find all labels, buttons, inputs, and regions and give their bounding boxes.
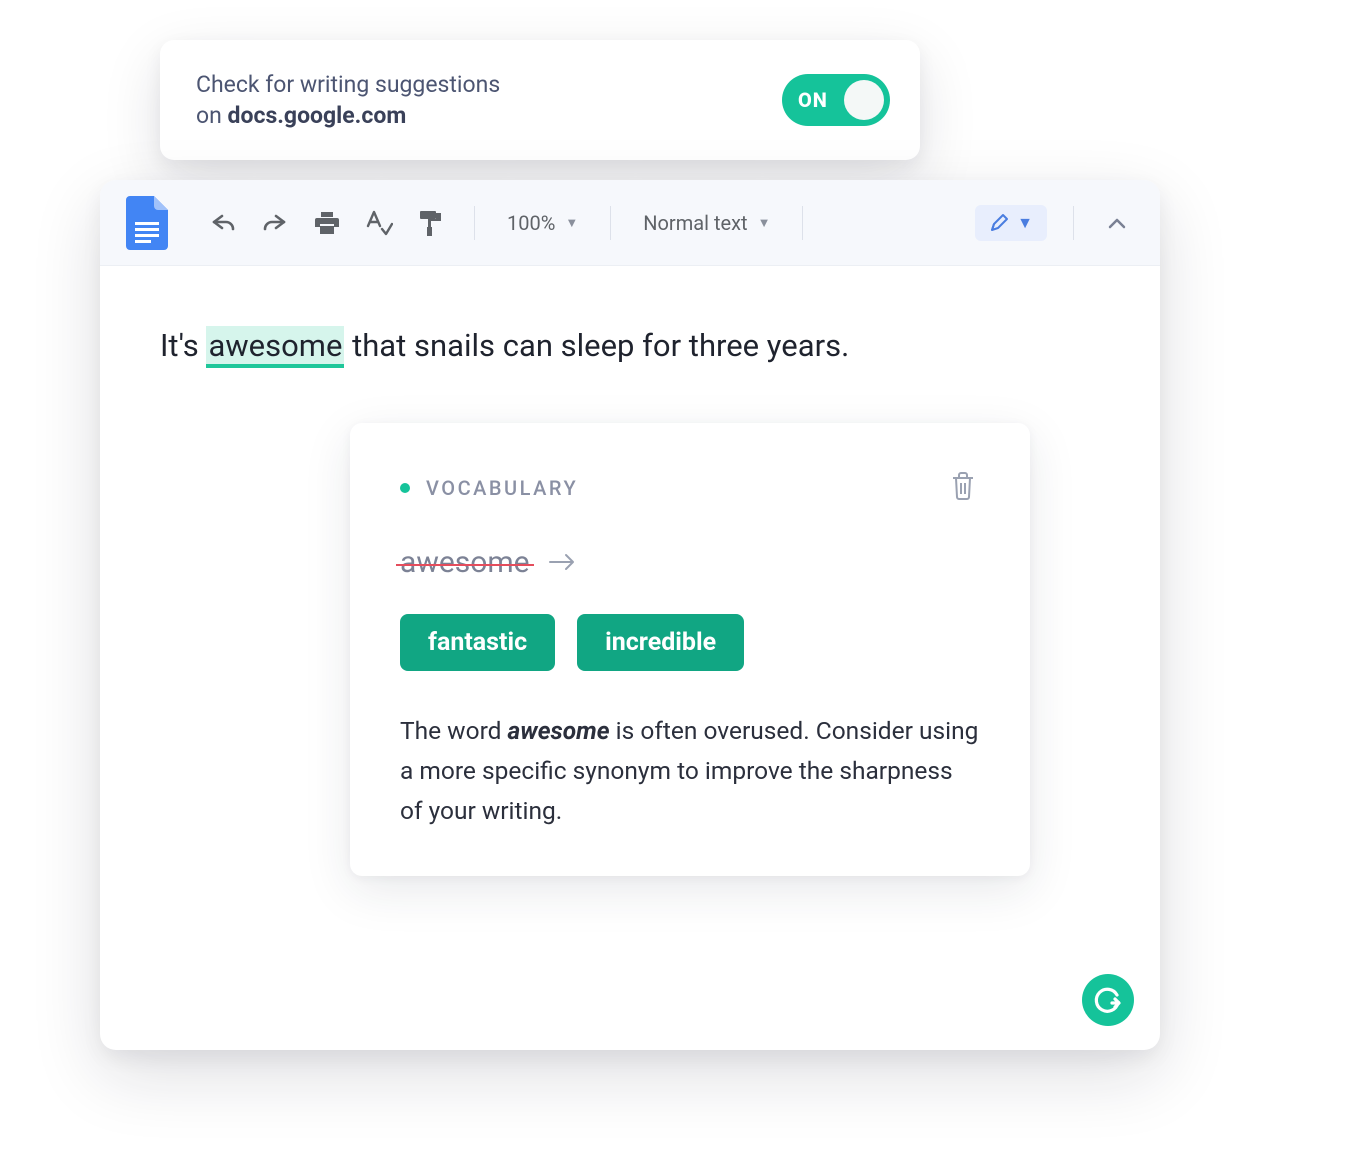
- suggestion-card: VOCABULARY awesome: [350, 423, 1030, 876]
- suggestion-chip-incredible[interactable]: incredible: [577, 614, 744, 671]
- sentence-prefix: It's: [160, 327, 206, 364]
- undo-button[interactable]: [206, 206, 240, 240]
- original-word-struck: awesome: [400, 545, 530, 580]
- suggestion-category: VOCABULARY: [400, 476, 578, 500]
- replacement-suggestions: fantastic incredible: [400, 614, 980, 671]
- document-sentence: It's awesome that snails can sleep for t…: [160, 324, 1100, 367]
- paint-format-button[interactable]: [414, 206, 448, 240]
- highlighted-word[interactable]: awesome: [206, 326, 344, 368]
- suggestions-toggle[interactable]: ON: [782, 74, 890, 126]
- toolbar-divider: [1073, 206, 1074, 240]
- chevron-down-icon: ▼: [565, 215, 578, 231]
- suggestion-chip-fantastic[interactable]: fantastic: [400, 614, 555, 671]
- toggle-label: ON: [798, 88, 828, 112]
- spellcheck-button[interactable]: [362, 206, 396, 240]
- grammarly-g-icon: [1093, 985, 1123, 1015]
- toggle-knob: [844, 80, 884, 120]
- pencil-icon: [989, 213, 1009, 233]
- sentence-suffix: that snails can sleep for three years.: [344, 327, 849, 364]
- style-value: Normal text: [643, 211, 747, 235]
- zoom-value: 100%: [507, 211, 555, 235]
- chevron-down-icon: ▼: [1017, 213, 1033, 233]
- suggestion-explanation: The word awesome is often overused. Cons…: [400, 711, 980, 830]
- docs-toolbar: 100% ▼ Normal text ▼ ▼: [100, 180, 1160, 266]
- settings-line1: Check for writing suggestions: [196, 71, 500, 98]
- dismiss-suggestion-button[interactable]: [946, 467, 980, 509]
- trash-icon: [950, 471, 976, 501]
- docs-editor-window: 100% ▼ Normal text ▼ ▼: [100, 180, 1160, 1050]
- category-dot-icon: [400, 483, 410, 493]
- explanation-bold-word: awesome: [508, 716, 610, 745]
- toolbar-divider: [802, 206, 803, 240]
- google-docs-icon: [126, 196, 168, 250]
- explanation-pre: The word: [400, 716, 508, 745]
- toolbar-divider: [610, 206, 611, 240]
- original-word-row: awesome: [400, 545, 980, 580]
- category-label: VOCABULARY: [426, 476, 578, 500]
- toolbar-divider: [474, 206, 475, 240]
- redo-button[interactable]: [258, 206, 292, 240]
- settings-prefix: on: [196, 102, 228, 129]
- settings-domain: docs.google.com: [228, 102, 407, 129]
- editing-mode-button[interactable]: ▼: [975, 205, 1047, 241]
- paragraph-style-dropdown[interactable]: Normal text ▼: [637, 211, 776, 235]
- zoom-dropdown[interactable]: 100% ▼: [501, 211, 584, 235]
- settings-description: Check for writing suggestions on docs.go…: [196, 69, 500, 131]
- arrow-right-icon: [548, 545, 576, 580]
- grammarly-badge-button[interactable]: [1082, 974, 1134, 1026]
- document-body[interactable]: It's awesome that snails can sleep for t…: [100, 266, 1160, 876]
- chevron-down-icon: ▼: [758, 215, 771, 231]
- collapse-toolbar-button[interactable]: [1100, 206, 1134, 240]
- print-button[interactable]: [310, 206, 344, 240]
- extension-settings-panel: Check for writing suggestions on docs.go…: [160, 40, 920, 160]
- chevron-up-icon: [1108, 217, 1126, 229]
